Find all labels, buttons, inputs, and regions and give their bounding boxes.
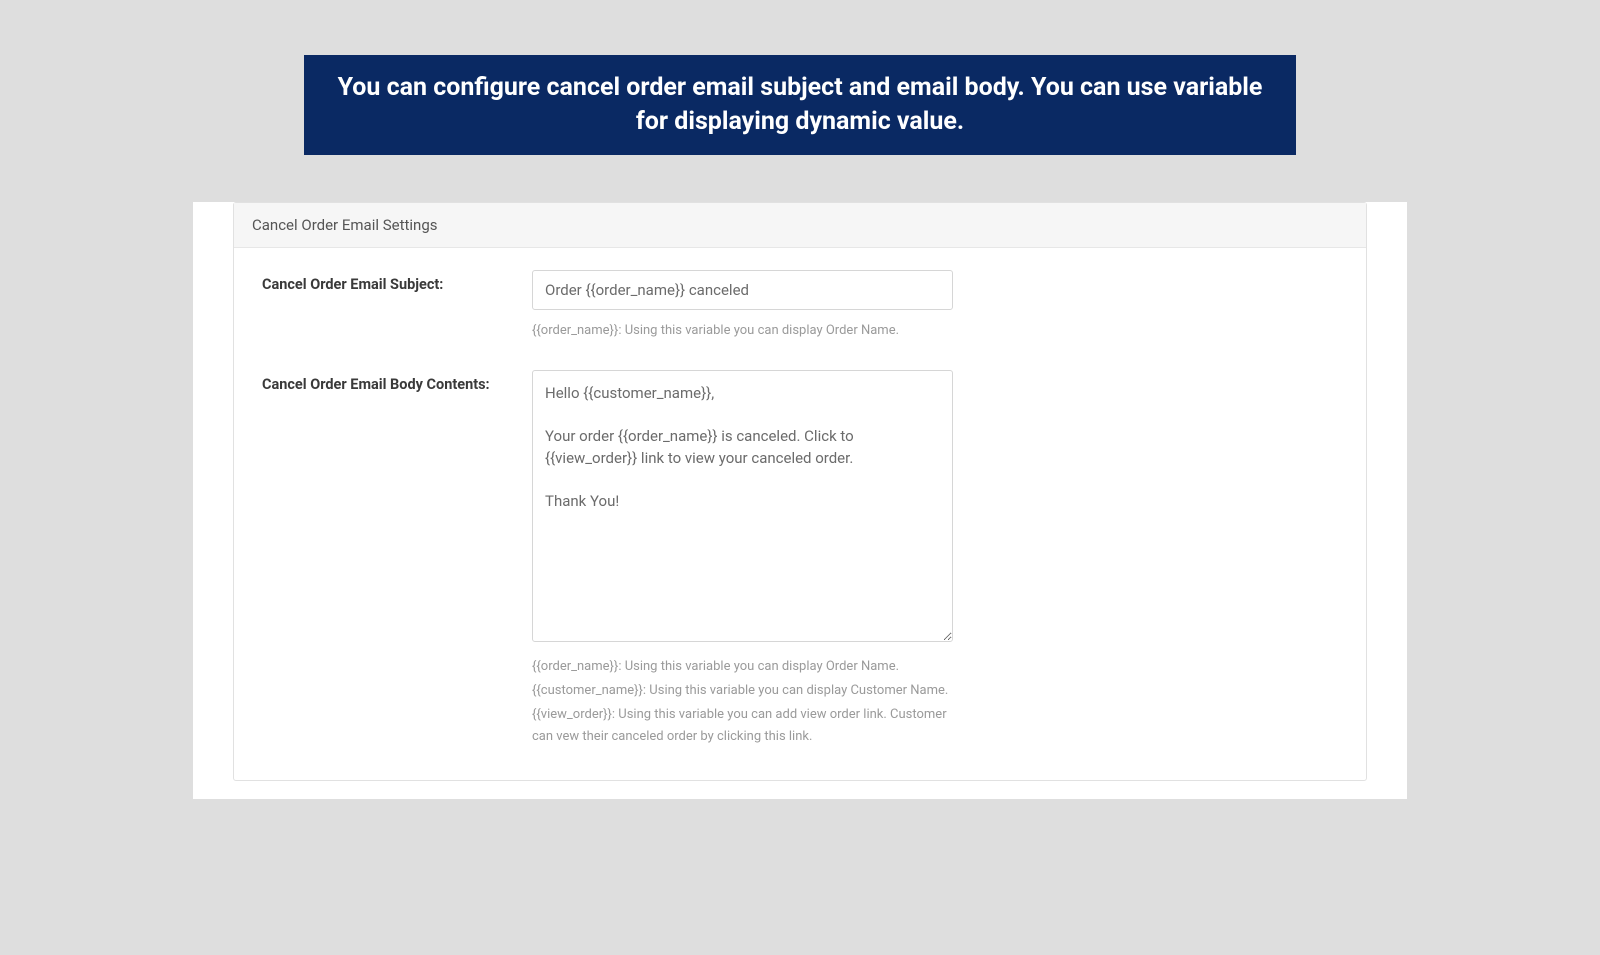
settings-card: Cancel Order Email Settings Cancel Order… xyxy=(193,202,1407,799)
body-hints: {{order_name}}: Using this variable you … xyxy=(532,656,953,748)
subject-row: Cancel Order Email Subject: {{order_name… xyxy=(262,270,1338,342)
subject-label: Cancel Order Email Subject: xyxy=(262,270,532,293)
info-banner-text: You can configure cancel order email sub… xyxy=(338,73,1263,136)
body-field-wrap: {{order_name}}: Using this variable you … xyxy=(532,370,953,750)
body-row: Cancel Order Email Body Contents: {{orde… xyxy=(262,370,1338,750)
body-textarea[interactable] xyxy=(532,370,953,642)
panel-title: Cancel Order Email Settings xyxy=(234,203,1366,248)
body-hint-line: {{customer_name}}: Using this variable y… xyxy=(532,680,953,702)
body-label: Cancel Order Email Body Contents: xyxy=(262,370,532,393)
info-banner: You can configure cancel order email sub… xyxy=(304,55,1296,155)
panel-body: Cancel Order Email Subject: {{order_name… xyxy=(234,248,1366,780)
body-hint-line: {{order_name}}: Using this variable you … xyxy=(532,656,953,678)
subject-field-wrap: {{order_name}}: Using this variable you … xyxy=(532,270,953,342)
subject-input[interactable] xyxy=(532,270,953,310)
body-hint-line: {{view_order}}: Using this variable you … xyxy=(532,704,953,748)
subject-hint: {{order_name}}: Using this variable you … xyxy=(532,320,953,342)
settings-panel: Cancel Order Email Settings Cancel Order… xyxy=(233,202,1367,781)
